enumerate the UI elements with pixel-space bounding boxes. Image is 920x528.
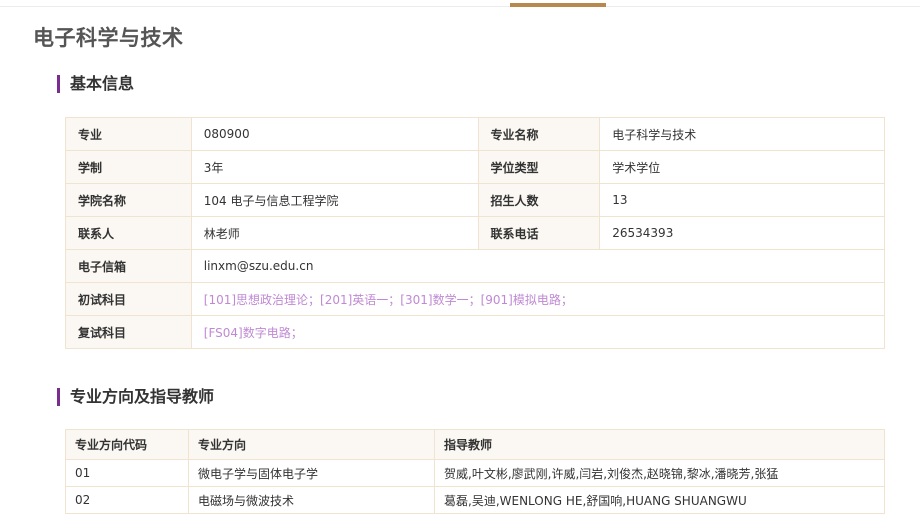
phone-value: 26534393 [599, 216, 885, 250]
school-label: 学院名称 [65, 183, 192, 217]
direction-advisors: 贺威,叶文彬,廖武刚,许威,闫岩,刘俊杰,赵晓锦,黎冰,潘晓芳,张猛 [434, 459, 885, 487]
contact-value: 林老师 [190, 216, 479, 250]
enrollment-label: 招生人数 [477, 183, 601, 217]
prelim-subjects-label: 初试科目 [65, 282, 192, 316]
table-row: 联系人 林老师 联系电话 26534393 [65, 216, 885, 250]
major-label: 专业 [65, 117, 192, 151]
table-row: 电子信箱 linxm@szu.edu.cn [65, 249, 886, 283]
major-value: 080900 [190, 117, 479, 151]
major-name-value: 电子科学与技术 [599, 117, 885, 151]
duration-label: 学制 [65, 150, 192, 184]
section-heading-basic-info: 基本信息 [57, 75, 134, 93]
direction-code: 02 [65, 486, 189, 514]
table-row: 01 微电子学与固体电子学 贺威,叶文彬,廖武刚,许威,闫岩,刘俊杰,赵晓锦,黎… [65, 459, 885, 487]
direction-code: 01 [65, 459, 189, 487]
degree-type-value: 学术学位 [599, 150, 885, 184]
basic-info-table: 专业 080900 专业名称 电子科学与技术 学制 3年 学位类型 学术学位 学… [65, 117, 886, 349]
major-name-label: 专业名称 [477, 117, 601, 151]
active-tab-indicator [510, 3, 606, 7]
phone-label: 联系电话 [477, 216, 601, 250]
direction-advisors: 葛磊,吴迪,WENLONG HE,舒国响,HUANG SHUANGWU [434, 486, 885, 514]
degree-type-label: 学位类型 [477, 150, 601, 184]
direction-name: 微电子学与固体电子学 [188, 459, 435, 487]
column-header-code: 专业方向代码 [65, 429, 189, 460]
retest-subjects-link[interactable]: [FS04]数字电路； [190, 315, 886, 349]
section-heading-directions: 专业方向及指导教师 [57, 388, 214, 406]
contact-label: 联系人 [65, 216, 192, 250]
table-row: 专业 080900 专业名称 电子科学与技术 [65, 117, 885, 151]
email-value: linxm@szu.edu.cn [190, 249, 886, 283]
table-row: 复试科目 [FS04]数字电路； [65, 315, 886, 349]
retest-subjects-label: 复试科目 [65, 315, 192, 349]
column-header-direction: 专业方向 [188, 429, 435, 460]
enrollment-value: 13 [599, 183, 885, 217]
column-header-advisors: 指导教师 [434, 429, 885, 460]
prelim-subjects-link[interactable]: [101]思想政治理论；[201]英语一；[301]数学一；[901]模拟电路； [190, 282, 886, 316]
school-value: 104 电子与信息工程学院 [190, 183, 479, 217]
direction-name: 电磁场与微波技术 [188, 486, 435, 514]
table-row: 学院名称 104 电子与信息工程学院 招生人数 13 [65, 183, 885, 217]
email-label: 电子信箱 [65, 249, 192, 283]
table-row: 初试科目 [101]思想政治理论；[201]英语一；[301]数学一；[901]… [65, 282, 886, 316]
table-row: 学制 3年 学位类型 学术学位 [65, 150, 885, 184]
directions-table: 专业方向代码 专业方向 指导教师 01 微电子学与固体电子学 贺威,叶文彬,廖武… [65, 429, 885, 514]
page-title: 电子科学与技术 [33, 26, 184, 50]
top-divider [0, 6, 920, 7]
table-header-row: 专业方向代码 专业方向 指导教师 [65, 429, 885, 460]
table-row: 02 电磁场与微波技术 葛磊,吴迪,WENLONG HE,舒国响,HUANG S… [65, 486, 885, 514]
duration-value: 3年 [190, 150, 479, 184]
